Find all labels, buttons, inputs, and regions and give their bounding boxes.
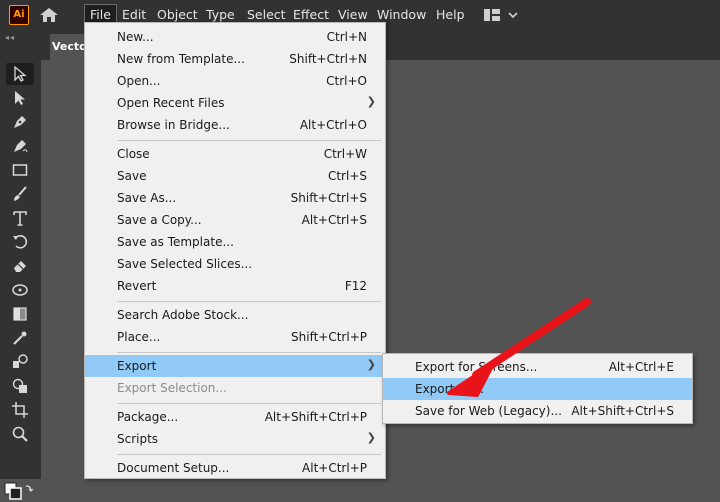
menu-separator <box>117 352 381 353</box>
menu-item-open[interactable]: Open... Ctrl+O <box>85 70 385 92</box>
menu-item-scripts[interactable]: Scripts ❯ <box>85 428 385 450</box>
menu-item-close[interactable]: Close Ctrl+W <box>85 143 385 165</box>
menu-item-new[interactable]: New... Ctrl+N <box>85 26 385 48</box>
shape-builder-tool-icon[interactable] <box>6 375 34 397</box>
illustrator-logo: Ai <box>9 5 29 25</box>
chevron-right-icon: ❯ <box>366 431 376 444</box>
panel-grip-icon[interactable]: ◂◂ <box>5 33 15 42</box>
menu-item-save[interactable]: Save Ctrl+S <box>85 165 385 187</box>
document-tab[interactable]: Vector <box>50 34 87 60</box>
artboard-tool-icon[interactable] <box>6 399 34 421</box>
tools-panel: ◂◂ <box>0 30 41 500</box>
menu-item-open-recent-files[interactable]: Open Recent Files ❯ <box>85 92 385 114</box>
type-tool-icon[interactable] <box>6 207 34 229</box>
file-menu-dropdown: New... Ctrl+N New from Template... Shift… <box>84 22 386 479</box>
chevron-right-icon: ❯ <box>366 95 376 108</box>
menu-item-export-for-screens[interactable]: Export for Screens... Alt+Ctrl+E <box>383 356 692 378</box>
eraser-tool-icon[interactable] <box>6 255 34 277</box>
menu-item-document-setup[interactable]: Document Setup... Alt+Ctrl+P <box>85 457 385 479</box>
menu-item-search-adobe-stock[interactable]: Search Adobe Stock... <box>85 304 385 326</box>
direct-selection-tool-icon[interactable] <box>6 87 34 109</box>
menu-item-export[interactable]: Export ❯ <box>85 355 385 377</box>
home-icon[interactable] <box>39 7 59 23</box>
menu-item-package[interactable]: Package... Alt+Shift+Ctrl+P <box>85 406 385 428</box>
menu-item-save-a-copy[interactable]: Save a Copy... Alt+Ctrl+S <box>85 209 385 231</box>
export-submenu: Export for Screens... Alt+Ctrl+E Export … <box>382 353 693 424</box>
menu-item-revert[interactable]: Revert F12 <box>85 275 385 297</box>
chevron-right-icon: ❯ <box>366 358 376 371</box>
menu-item-save-as[interactable]: Save As... Shift+Ctrl+S <box>85 187 385 209</box>
gradient-tool-icon[interactable] <box>6 303 34 325</box>
rectangle-tool-icon[interactable] <box>6 159 34 181</box>
chevron-down-icon[interactable] <box>508 12 518 19</box>
menu-separator <box>117 140 381 141</box>
menu-item-save-for-web[interactable]: Save for Web (Legacy)... Alt+Shift+Ctrl+… <box>383 400 692 422</box>
eyedropper-tool-icon[interactable] <box>6 327 34 349</box>
width-tool-icon[interactable] <box>6 279 34 301</box>
rotate-tool-icon[interactable] <box>6 231 34 253</box>
fill-stroke-swatch-icon[interactable] <box>4 482 36 502</box>
menu-separator <box>117 403 381 404</box>
menu-separator <box>117 454 381 455</box>
menu-separator <box>117 301 381 302</box>
selection-tool-icon[interactable] <box>6 63 34 85</box>
blend-tool-icon[interactable] <box>6 351 34 373</box>
menu-item-place[interactable]: Place... Shift+Ctrl+P <box>85 326 385 348</box>
menu-help[interactable]: Help <box>436 0 465 30</box>
pen-tool-icon[interactable] <box>6 111 34 133</box>
curvature-tool-icon[interactable] <box>6 135 34 157</box>
menu-item-save-as-template[interactable]: Save as Template... <box>85 231 385 253</box>
workspace-switcher-icon[interactable] <box>484 9 500 21</box>
menu-item-export-selection: Export Selection... <box>117 381 227 395</box>
menu-item-new-from-template[interactable]: New from Template... Shift+Ctrl+N <box>85 48 385 70</box>
zoom-tool-icon[interactable] <box>6 423 34 445</box>
menu-item-export-as[interactable]: Export As... <box>383 378 692 400</box>
paintbrush-tool-icon[interactable] <box>6 183 34 205</box>
menu-item-save-selected-slices[interactable]: Save Selected Slices... <box>85 253 385 275</box>
menu-item-browse-in-bridge[interactable]: Browse in Bridge... Alt+Ctrl+O <box>85 114 385 136</box>
